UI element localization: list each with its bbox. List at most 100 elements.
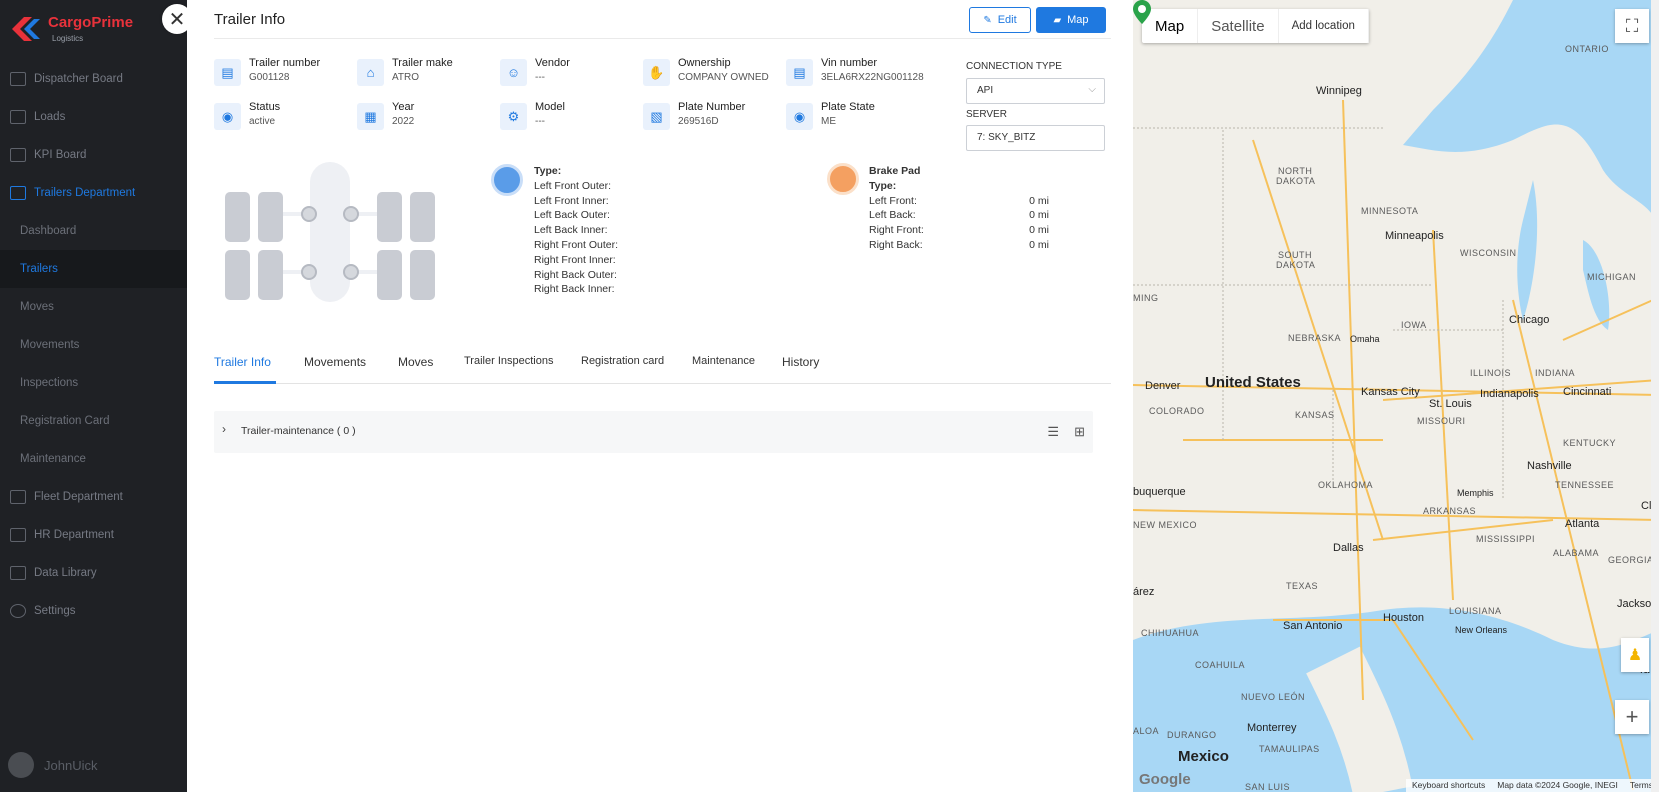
tire-right-back-inner[interactable] [377, 250, 402, 300]
location-pin-icon[interactable] [1133, 0, 1151, 24]
map-label: SOUTH [1278, 250, 1312, 260]
brake-left-front[interactable] [301, 206, 317, 222]
tab-history[interactable]: History [782, 355, 819, 369]
sidebar-item-kpi-board[interactable]: KPI Board [0, 136, 187, 174]
people-icon [10, 528, 26, 542]
sidebar-subitem-inspections[interactable]: Inspections [0, 364, 187, 402]
tab-trailer-inspections[interactable]: Trailer Inspections [464, 355, 553, 367]
sidebar-subitem-maintenance[interactable]: Maintenance [0, 440, 187, 478]
map-view[interactable]: Map Satellite Add location ⛶ ONTARIO Win… [1133, 0, 1659, 792]
sidebar-item-dispatcher-board[interactable]: Dispatcher Board [0, 60, 187, 98]
terms-link[interactable]: Terms [1630, 780, 1653, 791]
sidebar-subitem-moves[interactable]: Moves [0, 288, 187, 326]
server-field[interactable]: 7: SKY_BITZ [966, 125, 1105, 151]
map-attribution: Keyboard shortcuts Map data ©2024 Google… [1406, 779, 1659, 792]
tab-trailer-info[interactable]: Trailer Info [214, 355, 271, 369]
field-label: Trailer make [392, 57, 453, 69]
server-label: SERVER [966, 109, 1007, 120]
tire-row: Left Back Outer: [534, 209, 610, 222]
field-year: ▦ Year 2022 [357, 101, 497, 133]
tire-row: Right Front Outer: [534, 238, 619, 251]
fullscreen-icon[interactable]: ⛶ [1615, 9, 1649, 43]
library-icon [10, 566, 26, 580]
brake-right-back[interactable] [343, 264, 359, 280]
sidebar-item-settings[interactable]: Settings [0, 592, 187, 630]
field-plate-number: ▧ Plate Number 269516D [643, 101, 783, 133]
tire-left-back-outer[interactable] [225, 250, 250, 300]
map-label: NEBRASKA [1288, 333, 1342, 343]
tire-right-front-inner[interactable] [377, 192, 402, 242]
avatar [8, 752, 34, 778]
trailer-axle-diagram [225, 160, 465, 310]
zoom-in-button[interactable]: + [1615, 700, 1649, 734]
map-button[interactable]: ▰ Map [1036, 7, 1106, 33]
tab-maintenance[interactable]: Maintenance [692, 355, 755, 367]
tab-registration-card[interactable]: Registration card [581, 355, 664, 367]
brake-row: Left Front: 0 mi [869, 194, 1049, 209]
field-label: Plate State [821, 101, 875, 113]
tire-row: Right Back Inner: [534, 283, 615, 296]
sidebar-subitem-registration-card[interactable]: Registration Card [0, 402, 187, 440]
sidebar-item-loads[interactable]: Loads [0, 98, 187, 136]
brake-row: Right Front: 0 mi [869, 223, 1049, 238]
tire-type-heading: Type: [534, 165, 562, 177]
map-label: SAN LUIS [1245, 782, 1291, 792]
map-label: Cl [1641, 500, 1652, 512]
field-status: ◉ Status active [214, 101, 354, 133]
sidebar-item-label: KPI Board [34, 149, 87, 161]
pegman-icon[interactable]: ♟ [1621, 638, 1649, 672]
list-view-icon[interactable]: ☰ [1047, 424, 1059, 440]
sidebar-item-trailers-department[interactable]: Trailers Department [0, 174, 187, 212]
sidebar-subitem-movements[interactable]: Movements [0, 326, 187, 364]
sidebar: CargoPrime Logistics Dispatcher Board Lo… [0, 0, 187, 792]
field-model: ⚙ Model --- [500, 101, 640, 133]
map-label: ONTARIO [1565, 44, 1609, 54]
map-label: ILLINOIS [1470, 368, 1512, 378]
map-label: NUEVO LEÓN [1241, 692, 1306, 702]
grid-view-icon[interactable]: ⊞ [1074, 424, 1085, 440]
sidebar-subitem-dashboard[interactable]: Dashboard [0, 212, 187, 250]
axle-front [275, 212, 385, 216]
sidebar-item-fleet-department[interactable]: Fleet Department [0, 478, 187, 516]
tire-left-front-outer[interactable] [225, 192, 250, 242]
gear-icon [10, 604, 26, 618]
sidebar-item-data-library[interactable]: Data Library [0, 554, 187, 592]
map-type-satellite[interactable]: Satellite [1198, 9, 1279, 43]
brake-row: Right Back: 0 mi [869, 238, 1049, 253]
brake-row-value: 0 mi [1029, 238, 1049, 251]
user-profile[interactable]: JohnUick [8, 752, 97, 778]
keyboard-shortcuts-link[interactable]: Keyboard shortcuts [1412, 780, 1485, 791]
add-location-button[interactable]: Add location [1279, 9, 1369, 43]
sidebar-item-hr-department[interactable]: HR Department [0, 516, 187, 554]
tire-right-back-outer[interactable] [410, 250, 435, 300]
field-value: --- [535, 72, 545, 83]
brake-row-label: Left Front: [869, 194, 917, 207]
field-label: Vendor [535, 57, 570, 69]
map-label: Houston [1383, 612, 1424, 624]
connection-type-select[interactable]: API ⌵ [966, 78, 1105, 104]
tire-right-front-outer[interactable] [410, 192, 435, 242]
field-ownership: ✋ Ownership COMPANY OWNED [643, 57, 783, 89]
map-label: St. Louis [1429, 398, 1472, 410]
map-label: Omaha [1350, 334, 1380, 344]
scrollbar[interactable] [1651, 0, 1659, 792]
sidebar-subitem-trailers[interactable]: Trailers [0, 250, 187, 288]
tab-movements[interactable]: Movements [304, 355, 366, 369]
edit-button[interactable]: ✎ Edit [969, 7, 1031, 33]
brand-name: CargoPrime [48, 14, 134, 31]
tire-left-back-inner[interactable] [258, 250, 283, 300]
tab-moves[interactable]: Moves [398, 355, 433, 369]
map-data-text: Map data ©2024 Google, INEGI [1497, 780, 1618, 790]
map-label: TAMAULIPAS [1259, 744, 1320, 754]
brake-pad-icon [827, 163, 859, 195]
map-label: ALOA [1133, 726, 1160, 736]
brake-right-front[interactable] [343, 206, 359, 222]
server-value: 7: SKY_BITZ [977, 132, 1036, 143]
sidebar-item-label: Data Library [34, 567, 97, 579]
brake-left-back[interactable] [301, 264, 317, 280]
map-label: KENTUCKY [1563, 438, 1617, 448]
tire-left-front-inner[interactable] [258, 192, 283, 242]
brand-logo[interactable]: CargoPrime Logistics [10, 12, 160, 46]
accordion-trailer-maintenance[interactable]: › Trailer-maintenance ( 0 ) ☰ ⊞ [214, 411, 1093, 453]
map-label: MINNESOTA [1361, 206, 1419, 216]
